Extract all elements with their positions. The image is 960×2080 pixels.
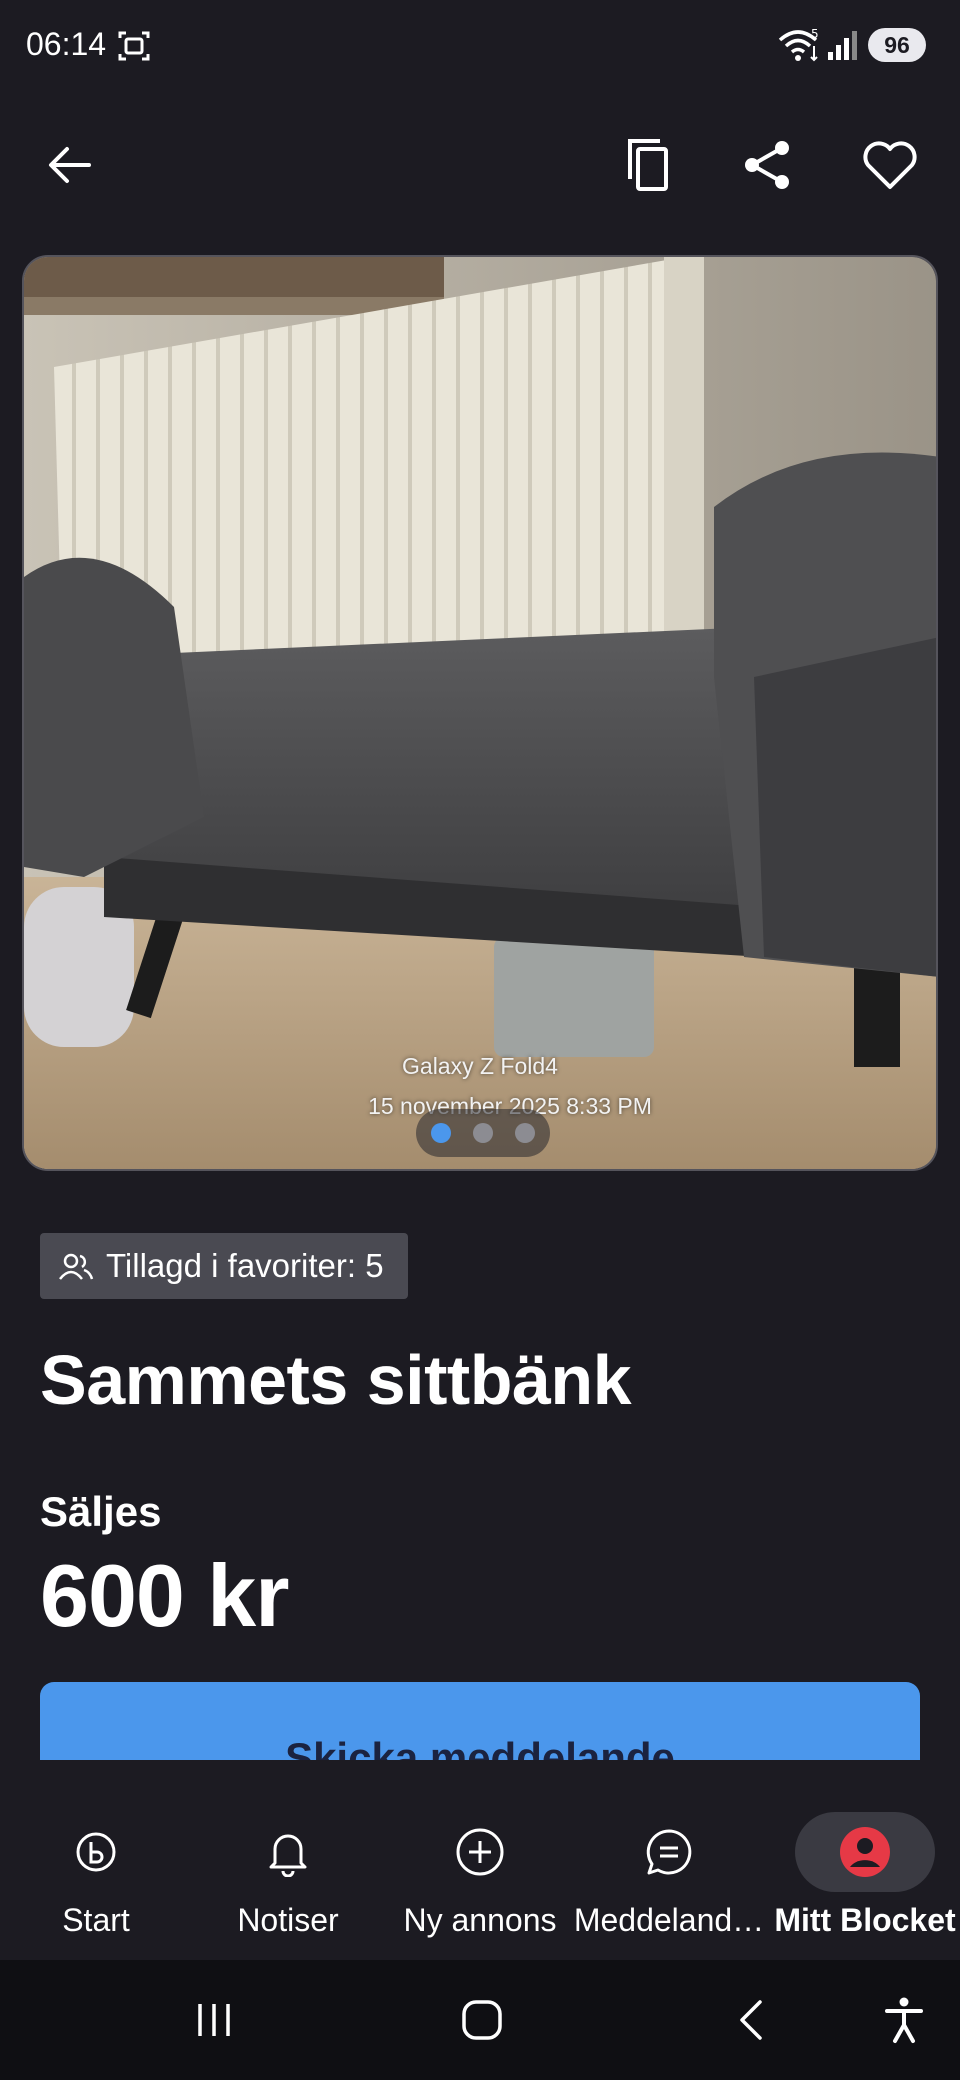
copy-icon bbox=[628, 139, 668, 191]
gallery-dot[interactable] bbox=[473, 1123, 493, 1143]
recents-button[interactable] bbox=[174, 1980, 254, 2060]
people-icon bbox=[59, 1253, 94, 1280]
bell-icon bbox=[269, 1834, 307, 1877]
listing-title: Sammets sittbänk bbox=[40, 1341, 632, 1419]
system-navigation-bar bbox=[0, 1960, 960, 2080]
chevron-left-icon bbox=[740, 2000, 762, 2040]
nav-label-mitt-blocket: Mitt Blocket bbox=[774, 1902, 956, 1938]
nav-item-mitt-blocket[interactable]: Mitt Blocket bbox=[770, 1760, 960, 1960]
share-button[interactable] bbox=[728, 125, 808, 205]
chat-icon bbox=[646, 1829, 692, 1875]
listing-page: 06:14 5 96 Galaxy Z Fold4 15 november 20… bbox=[0, 0, 960, 2080]
favorites-count-text: Tillagd i favoriter: 5 bbox=[106, 1247, 384, 1284]
nav-item-ny-annons[interactable]: Ny annons bbox=[400, 1760, 560, 1960]
gallery-dot[interactable] bbox=[431, 1123, 451, 1143]
status-bar: 06:14 5 96 bbox=[0, 0, 960, 92]
blocket-logo-icon bbox=[76, 1832, 116, 1872]
nav-item-start[interactable]: Start bbox=[26, 1760, 166, 1960]
send-message-button[interactable]: Skicka meddelande bbox=[40, 1682, 920, 1760]
heart-icon bbox=[863, 141, 917, 189]
nav-label-ny-annons: Ny annons bbox=[403, 1902, 557, 1938]
sale-type-label: Säljes bbox=[40, 1488, 162, 1535]
recents-icon bbox=[198, 2004, 230, 2036]
wifi-icon: 5 bbox=[778, 27, 819, 62]
nav-item-meddelanden[interactable]: Meddeland… bbox=[574, 1760, 764, 1960]
product-photo bbox=[24, 257, 936, 1169]
signal-icon bbox=[828, 31, 857, 60]
back-arrow-icon bbox=[49, 147, 91, 183]
home-button[interactable] bbox=[442, 1980, 522, 2060]
gallery-pagination[interactable] bbox=[416, 1109, 550, 1157]
favorites-count-badge: Tillagd i favoriter: 5 bbox=[40, 1233, 408, 1299]
screenshot-icon bbox=[118, 31, 150, 61]
nav-item-notiser[interactable]: Notiser bbox=[218, 1760, 358, 1960]
nav-label-notiser: Notiser bbox=[237, 1902, 339, 1938]
copy-link-button[interactable] bbox=[610, 125, 690, 205]
product-image-gallery[interactable]: Galaxy Z Fold4 15 november 2025 8:33 PM bbox=[22, 255, 938, 1171]
account-icon bbox=[840, 1827, 890, 1877]
photo-watermark-device: Galaxy Z Fold4 bbox=[402, 1053, 558, 1079]
favorite-button[interactable] bbox=[850, 125, 930, 205]
bottom-navigation: Start Notiser Ny annons Meddeland… Mitt … bbox=[0, 1760, 960, 1960]
status-time: 06:14 bbox=[26, 26, 107, 62]
send-message-button-container: Skicka meddelande bbox=[40, 1682, 920, 1760]
plus-circle-icon bbox=[456, 1828, 504, 1876]
nav-label-meddelanden: Meddeland… bbox=[573, 1902, 765, 1938]
battery-indicator: 96 bbox=[868, 28, 926, 62]
share-icon bbox=[745, 141, 789, 189]
listing-price: 600 kr bbox=[40, 1546, 289, 1645]
system-back-button[interactable] bbox=[712, 1980, 792, 2060]
nav-label-start: Start bbox=[62, 1902, 130, 1938]
gallery-dot[interactable] bbox=[515, 1123, 535, 1143]
top-action-bar bbox=[0, 110, 960, 220]
accessibility-icon bbox=[885, 1997, 923, 2043]
accessibility-button[interactable] bbox=[864, 1980, 944, 2060]
network-type: 5 bbox=[811, 27, 819, 41]
home-icon bbox=[462, 2000, 502, 2040]
back-button[interactable] bbox=[30, 125, 110, 205]
